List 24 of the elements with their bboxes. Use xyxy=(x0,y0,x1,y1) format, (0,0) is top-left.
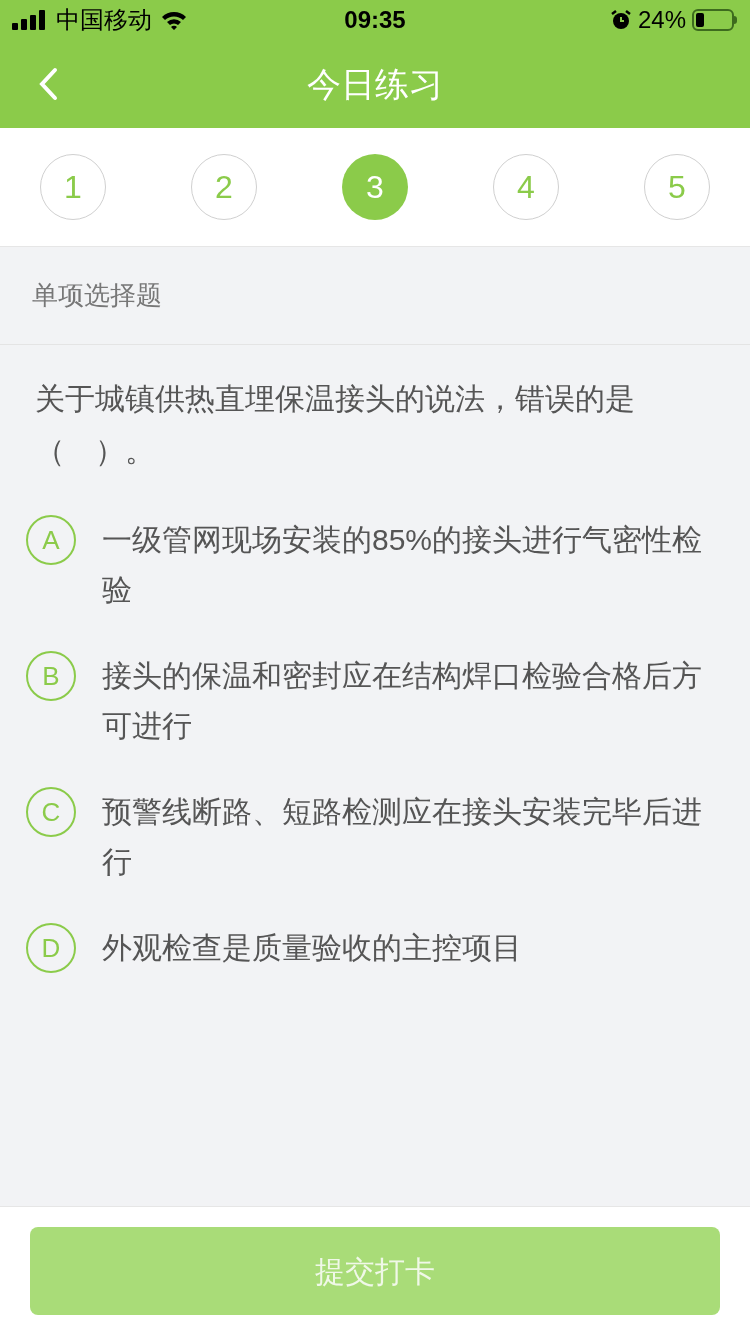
option-letter[interactable]: D xyxy=(26,923,76,973)
question-type: 单项选择题 xyxy=(32,279,162,312)
signal-icon xyxy=(12,10,48,30)
option-letter[interactable]: B xyxy=(26,651,76,701)
clock-time: 09:35 xyxy=(344,6,406,33)
option-text: 预警线断路、短路检测应在接头安装完毕后进行 xyxy=(102,794,703,880)
question-number-tab[interactable]: 3 xyxy=(342,154,408,220)
question-number-tab[interactable]: 2 xyxy=(191,154,257,220)
question-number-tab[interactable]: 4 xyxy=(493,154,559,220)
option-text: 一级管网现场安装的85%的接头进行气密性检验 xyxy=(102,522,704,608)
carrier-name: 中国移动 xyxy=(56,5,152,35)
back-icon xyxy=(37,66,59,102)
question-number-tab[interactable]: 5 xyxy=(644,154,710,220)
question-number-tab[interactable]: 1 xyxy=(40,154,106,220)
alarm-icon xyxy=(609,9,632,31)
battery-icon xyxy=(692,9,738,31)
option-letter[interactable]: C xyxy=(26,787,76,837)
battery-percent: 24% xyxy=(637,5,686,35)
option-text: 接头的保温和密封应在结构焊口检验合格后方可进行 xyxy=(102,658,703,744)
option-letter[interactable]: A xyxy=(26,515,76,565)
page-title: 今日练习 xyxy=(307,64,443,103)
question-text: 关于城镇供热直埋保温接头的说法，错误的是（ ）。 xyxy=(35,381,636,469)
wifi-icon xyxy=(160,10,188,30)
option-text: 外观检查是质量验收的主控项目 xyxy=(102,930,523,966)
